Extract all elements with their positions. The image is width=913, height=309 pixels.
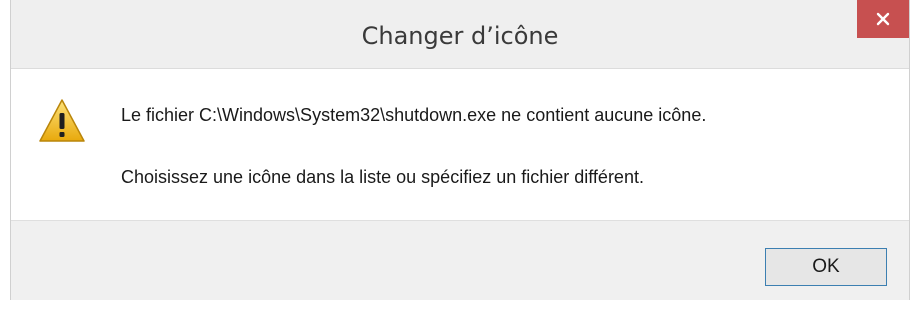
message-line-2: Choisissez une icône dans la liste ou sp… [121,167,644,187]
close-icon [876,12,890,26]
warning-icon [39,99,85,142]
close-button[interactable] [857,0,909,38]
button-bar: OK [11,220,909,300]
dialog-window: Changer d’icône Le fichier C:\Windows\Sy… [10,0,910,300]
title-bar[interactable]: Changer d’icône [11,0,909,68]
message-line-1: Le fichier C:\Windows\System32\shutdown.… [121,105,707,125]
message-area: Le fichier C:\Windows\System32\shutdown.… [11,68,909,221]
dialog-title: Changer d’icône [361,22,559,50]
ok-button[interactable]: OK [765,248,887,286]
